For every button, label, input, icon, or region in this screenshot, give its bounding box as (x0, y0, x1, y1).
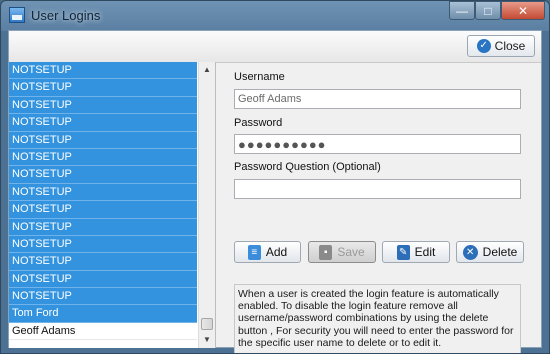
list-item[interactable]: Geoff Adams (9, 322, 197, 341)
password-label: Password (234, 117, 283, 129)
app-icon (9, 7, 25, 23)
add-document-icon: ≡ (247, 244, 261, 260)
scroll-up-icon[interactable]: ▲ (199, 62, 215, 78)
list-item[interactable]: NOTSETUP (9, 288, 197, 306)
list-item[interactable]: NOTSETUP (9, 201, 197, 219)
list-item[interactable]: NOTSETUP (9, 253, 197, 271)
save-disk-icon: ▪ (319, 244, 333, 260)
list-item[interactable]: NOTSETUP (9, 235, 197, 254)
list-item[interactable]: NOTSETUP (9, 79, 197, 97)
list-item[interactable]: NOTSETUP (9, 166, 197, 184)
list-item[interactable]: NOTSETUP (9, 148, 197, 167)
add-button-label: Add (265, 245, 288, 259)
scroll-down-icon[interactable]: ▼ (199, 332, 215, 348)
list-item[interactable]: NOTSETUP (9, 131, 197, 149)
password-question-label: Password Question (Optional) (234, 161, 381, 173)
delete-x-icon: ✕ (462, 244, 478, 260)
save-button[interactable]: ▪ Save (308, 241, 376, 263)
edit-button-label: Edit (414, 245, 436, 259)
username-label: Username (234, 71, 285, 83)
list-item[interactable]: NOTSETUP (9, 270, 197, 289)
close-button[interactable]: ✓ Close (467, 35, 535, 57)
user-list-items: NOTSETUP NOTSETUP NOTSETUP NOTSETUP NOTSETUP… (9, 62, 215, 341)
save-button-label: Save (337, 245, 365, 259)
password-question-field[interactable] (234, 179, 521, 199)
edit-button[interactable]: ✎ Edit (382, 241, 450, 263)
list-item[interactable]: NOTSETUP (9, 114, 197, 132)
window-title: User Logins (31, 8, 101, 23)
scrollbar[interactable]: ▲ ▼ (198, 62, 215, 348)
close-window-button[interactable]: ✕ (501, 1, 545, 20)
password-field[interactable] (234, 134, 521, 154)
close-button-label: Close (494, 39, 526, 53)
caption-buttons: — □ ✕ (449, 1, 545, 21)
user-logins-window: User Logins — □ ✕ ✓ Close NOTSETUP NOTSET… (0, 0, 550, 354)
list-item[interactable]: NOTSETUP (9, 96, 197, 115)
delete-button[interactable]: ✕ Delete (456, 241, 524, 263)
delete-button-label: Delete (482, 245, 518, 259)
scroll-thumb[interactable] (201, 318, 213, 330)
list-item[interactable]: NOTSETUP (9, 62, 197, 80)
minimize-button[interactable]: — (449, 1, 475, 20)
username-field[interactable] (234, 89, 521, 109)
list-item[interactable]: Tom Ford (9, 305, 197, 323)
toolbar: ✓ Close (9, 31, 541, 63)
client-area: ✓ Close NOTSETUP NOTSETUP NOTSETUP NOTSETUP… (8, 30, 542, 353)
list-item[interactable]: NOTSETUP (9, 183, 197, 202)
user-list[interactable]: NOTSETUP NOTSETUP NOTSETUP NOTSETUP NOTSETUP… (9, 62, 216, 348)
title-bar[interactable]: User Logins — □ ✕ (1, 1, 549, 29)
maximize-button[interactable]: □ (475, 1, 501, 20)
edit-pencil-icon: ✎ (396, 244, 410, 260)
list-item[interactable]: NOTSETUP (9, 218, 197, 236)
check-icon: ✓ (476, 39, 491, 53)
info-text: When a user is created the login feature… (234, 284, 521, 353)
add-button[interactable]: ≡ Add (234, 241, 301, 263)
login-form: Username Password Password Question (Opt… (216, 62, 541, 353)
